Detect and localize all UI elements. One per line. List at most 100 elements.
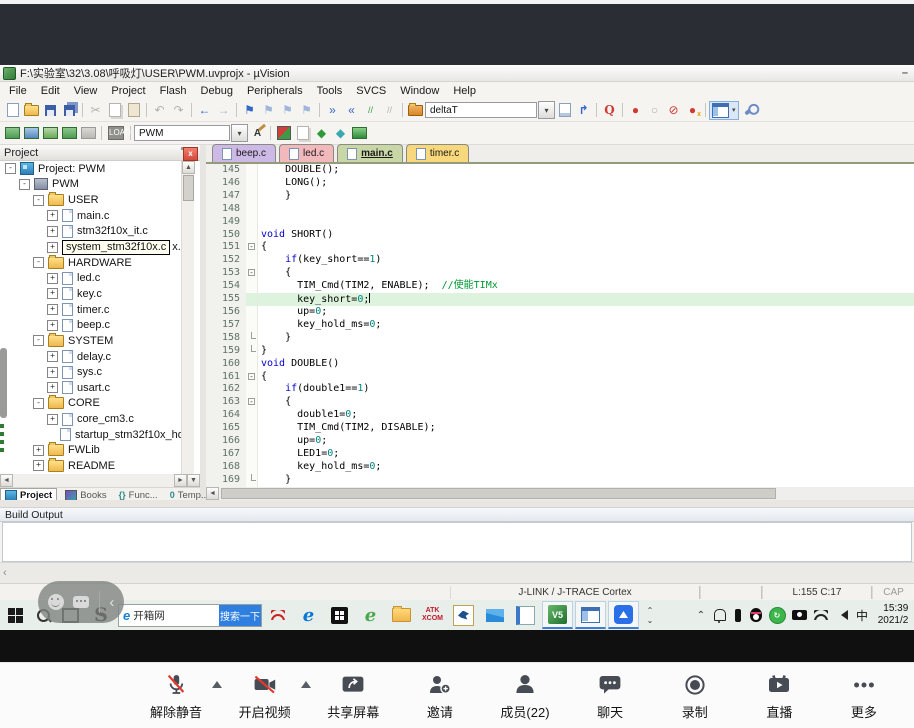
open-file-button[interactable]	[22, 102, 41, 119]
new-file-button[interactable]	[3, 102, 22, 119]
code-line-161[interactable]: 161{	[206, 371, 914, 384]
taskbar-app-window-running[interactable]	[575, 601, 606, 629]
find-in-files-button[interactable]	[406, 102, 425, 119]
taskbar-meeting-running[interactable]	[608, 601, 639, 629]
cut-button[interactable]: ✂	[86, 102, 105, 119]
file-extensions-button[interactable]: ◆	[312, 125, 331, 142]
tray-network[interactable]	[810, 600, 832, 630]
code-line-157[interactable]: 157 key_hold_ms=0;	[206, 319, 914, 332]
tray-safety-app[interactable]: ↻	[766, 600, 788, 630]
tree-item-fwlib[interactable]: +FWLib	[0, 443, 187, 459]
taskbar-store[interactable]	[324, 600, 355, 630]
code-line-164[interactable]: 164 double1=0;	[206, 409, 914, 422]
build-output-content[interactable]	[2, 522, 912, 562]
paste-button[interactable]	[124, 102, 143, 119]
scrollbar-thumb[interactable]	[183, 175, 194, 201]
code-line-156[interactable]: 156 up=0;	[206, 306, 914, 319]
fold-collapse-icon[interactable]	[246, 396, 258, 409]
tree-item-system-stm32f10x-c[interactable]: +system_stm32f10x.cx.c	[0, 239, 187, 255]
tree-expander-icon[interactable]: -	[19, 179, 30, 190]
bookmark-next-button[interactable]: ⚑	[278, 102, 297, 119]
taskbar-file-explorer[interactable]	[386, 600, 417, 630]
redo-button[interactable]: ↷	[169, 102, 188, 119]
uvision-title-bar[interactable]: F:\实验室\32\3.08\呼吸灯\USER\PWM.uvprojx - µV…	[0, 65, 914, 82]
download-button[interactable]: LOAD	[105, 125, 127, 142]
tree-item-sys-c[interactable]: +sys.c	[0, 364, 187, 380]
manage-project-items-button[interactable]	[274, 125, 293, 142]
editor-tab-timer-c[interactable]: timer.c	[406, 144, 469, 162]
emoji-reaction-icon[interactable]	[48, 594, 64, 610]
code-line-169[interactable]: 169 }	[206, 474, 914, 487]
indent-button[interactable]: »	[323, 102, 342, 119]
scrollbar-track[interactable]	[13, 474, 174, 487]
tree-item-delay-c[interactable]: +delay.c	[0, 349, 187, 365]
menu-window[interactable]: Window	[393, 84, 446, 98]
taskbar-mail[interactable]	[479, 600, 510, 630]
bookmark-toggle-button[interactable]: ⚑	[240, 102, 259, 119]
tree-expander-icon[interactable]: +	[47, 351, 58, 362]
code-line-146[interactable]: 146 LONG();	[206, 177, 914, 190]
translate-button[interactable]	[3, 125, 22, 142]
code-line-150[interactable]: 150void SHORT()	[206, 229, 914, 242]
configure-wrench-button[interactable]	[739, 102, 763, 119]
tree-expander-icon[interactable]: +	[47, 414, 58, 425]
meeting-share-screen-button[interactable]: 共享屏幕	[327, 672, 379, 721]
disable-all-breakpoints-button[interactable]: ⊘	[664, 102, 683, 119]
search-box-text[interactable]: 开箱网	[133, 608, 219, 623]
search-combobox-dropdown[interactable]: ▾	[538, 101, 555, 119]
code-line-168[interactable]: 168 key_hold_ms=0;	[206, 461, 914, 474]
bookmark-clear-button[interactable]: ⚑	[297, 102, 316, 119]
panel-splitter[interactable]	[0, 500, 914, 507]
tree-item-project-pwm[interactable]: -Project: PWM	[0, 161, 187, 177]
tree-item-user[interactable]: -USER	[0, 192, 187, 208]
search-submit-button[interactable]: 搜索一下	[219, 604, 261, 627]
code-line-152[interactable]: 152 if(key_short==1)	[206, 254, 914, 267]
taskbar-search-box[interactable]: e 开箱网 搜索一下	[118, 604, 262, 627]
menu-help[interactable]: Help	[446, 84, 483, 98]
meeting-unmute-button[interactable]: 解除静音	[150, 672, 202, 721]
tree-expander-icon[interactable]: -	[33, 195, 44, 206]
fold-collapse-icon[interactable]	[246, 371, 258, 384]
tree-expander-icon[interactable]: +	[47, 273, 58, 284]
code-line-159[interactable]: 159}	[206, 345, 914, 358]
menu-view[interactable]: View	[67, 84, 105, 98]
uncomment-button[interactable]: //	[380, 102, 399, 119]
code-line-151[interactable]: 151{	[206, 241, 914, 254]
bookmark-prev-button[interactable]: ⚑	[259, 102, 278, 119]
tree-expander-icon[interactable]: +	[47, 242, 58, 253]
caret-up-icon[interactable]	[212, 681, 222, 688]
tray-expand-button[interactable]: ⌃	[692, 600, 710, 630]
tree-item-readme[interactable]: +README	[0, 458, 187, 474]
comment-button[interactable]: //	[361, 102, 380, 119]
tree-item-beep-c[interactable]: +beep.c	[0, 317, 187, 333]
code-line-154[interactable]: 154 TIM_Cmd(TIM2, ENABLE); //使能TIMx	[206, 280, 914, 293]
tree-item-usart-c[interactable]: +usart.c	[0, 380, 187, 396]
code-line-167[interactable]: 167 LED1=0;	[206, 448, 914, 461]
taskbar-ie[interactable]: e	[355, 600, 386, 630]
project-panel-close-button[interactable]: x	[183, 147, 198, 161]
editor-tab-beep-c[interactable]: beep.c	[212, 144, 276, 162]
find-button[interactable]	[555, 102, 574, 119]
tree-expander-icon[interactable]: -	[33, 335, 44, 346]
copy-button[interactable]	[105, 102, 124, 119]
scroll-down-button[interactable]: ▼	[187, 474, 200, 487]
chevron-left-icon[interactable]: ‹	[3, 567, 7, 579]
tray-device[interactable]	[730, 600, 746, 630]
undo-button[interactable]: ↶	[150, 102, 169, 119]
taskbar-scroll-buttons[interactable]: ⌃ ⌄	[640, 600, 660, 630]
code-line-163[interactable]: 163 {	[206, 396, 914, 409]
start-button[interactable]	[0, 600, 30, 630]
code-line-145[interactable]: 145 DOUBLE();	[206, 164, 914, 177]
scroll-left-button[interactable]: ◄	[0, 474, 13, 487]
code-line-148[interactable]: 148	[206, 203, 914, 216]
taskbar-keil-running[interactable]: V5	[542, 601, 573, 629]
project-window-toggle[interactable]: ▾	[709, 101, 739, 120]
tray-input-language[interactable]: 中	[852, 600, 872, 630]
editor-tab-led-c[interactable]: led.c	[279, 144, 334, 162]
menu-flash[interactable]: Flash	[153, 84, 194, 98]
books-settings-button[interactable]: ◆	[331, 125, 350, 142]
navigate-back-button[interactable]: ←	[195, 102, 214, 119]
tree-vertical-scrollbar[interactable]: ▲	[181, 161, 194, 474]
enable-breakpoint-button[interactable]: ○	[645, 102, 664, 119]
tray-volume[interactable]	[832, 600, 852, 630]
